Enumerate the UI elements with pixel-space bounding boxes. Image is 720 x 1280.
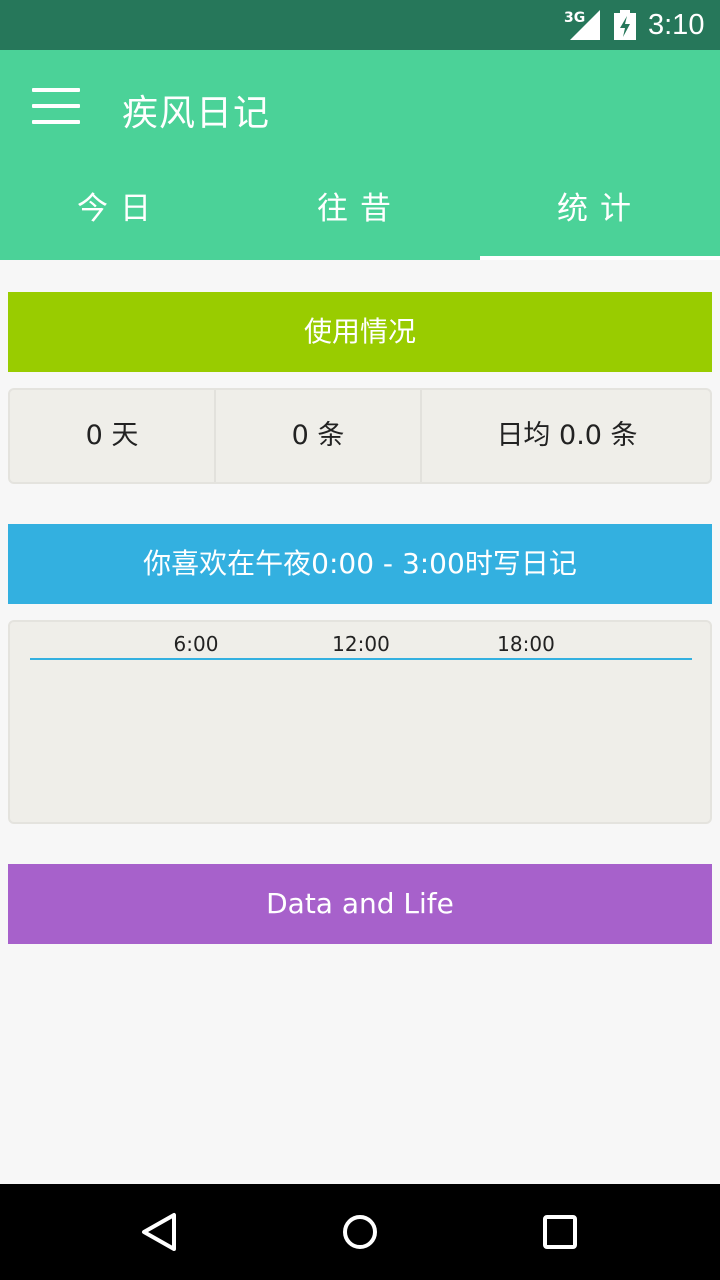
- data-and-life-header[interactable]: Data and Life: [8, 864, 712, 944]
- navigation-bar: [0, 1184, 720, 1280]
- time-chart-card: 6:00 12:00 18:00: [8, 620, 712, 824]
- recents-icon[interactable]: [536, 1208, 584, 1256]
- daily-average: 日均 0.0 条: [496, 420, 638, 451]
- home-icon[interactable]: [336, 1208, 384, 1256]
- signal-icon: [570, 10, 600, 40]
- status-bar: 3G 3:10: [0, 0, 720, 50]
- entries-count: 0 条: [291, 420, 345, 451]
- days-count: 0 天: [85, 420, 139, 451]
- usage-stats-card: 0 天 0 条 日均 0.0 条: [8, 388, 712, 484]
- usage-header: 使用情况: [8, 292, 712, 372]
- tick-label-12: 12:00: [332, 632, 390, 656]
- app-bar: 疾风日记 今日 往昔 统计: [0, 50, 720, 260]
- time-preference-header: 你喜欢在午夜0:00 - 3:00时写日记: [8, 524, 712, 604]
- app-title: 疾风日记: [122, 93, 271, 134]
- tab-bar: 今日 往昔 统计: [0, 160, 720, 260]
- tab-indicator: [480, 256, 720, 260]
- back-icon[interactable]: [136, 1208, 184, 1256]
- tab-today[interactable]: 今日: [0, 160, 240, 260]
- tab-past[interactable]: 往昔: [240, 160, 480, 260]
- tick-label-6: 6:00: [173, 632, 219, 656]
- tick-label-18: 18:00: [497, 632, 555, 656]
- hamburger-menu-icon[interactable]: [32, 88, 80, 124]
- battery-charging-icon: [614, 10, 636, 40]
- clock: 3:10: [648, 9, 705, 41]
- time-axis-line: [30, 658, 692, 660]
- tab-statistics[interactable]: 统计: [480, 160, 720, 260]
